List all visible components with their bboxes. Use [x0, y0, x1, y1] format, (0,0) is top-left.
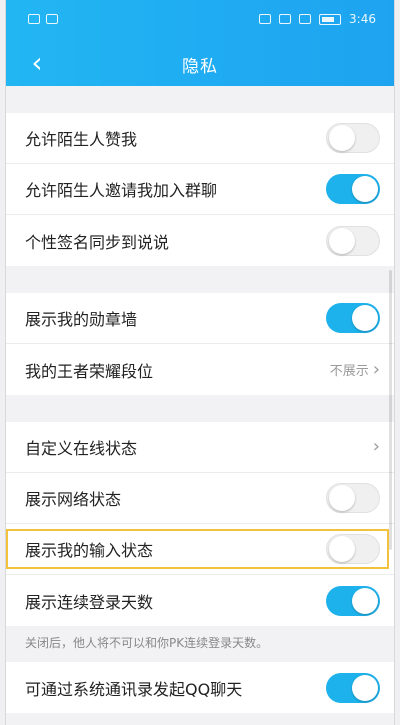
battery-icon [319, 13, 342, 25]
setting-value: 不展示 › [330, 360, 380, 379]
toggle-switch[interactable] [326, 225, 380, 256]
setting-row-contacts-chat[interactable]: 可通过系统通讯录发起QQ聊天 [6, 662, 394, 713]
title-row: ‹ 隐私 [6, 40, 394, 86]
toggle-knob [329, 536, 355, 562]
setting-label: 我的王者荣耀段位 [25, 361, 154, 381]
nfc-icon [259, 14, 272, 24]
setting-row-stranger-invite[interactable]: 允许陌生人邀请我加入群聊 [6, 164, 394, 215]
setting-label: 个性签名同步到说说 [25, 232, 170, 252]
alarm-icon [279, 14, 292, 24]
wifi-icon [46, 14, 58, 24]
toggle-switch[interactable] [326, 303, 380, 333]
setting-label: 允许陌生人邀请我加入群聊 [25, 181, 218, 200]
toggle-switch[interactable] [326, 123, 380, 153]
chevron-right-icon: › [372, 436, 380, 457]
status-bar: 3:46 [6, 0, 394, 40]
setting-label: 展示连续登录天数 [25, 592, 154, 612]
setting-label: 自定义在线状态 [25, 439, 138, 458]
settings-group-status: 自定义在线状态 › 展示网络状态 展示我的输入状态 展示连续登录天数 [6, 422, 394, 626]
setting-label: 展示我的输入状态 [25, 541, 154, 560]
setting-label: 允许陌生人赞我 [25, 130, 138, 149]
setting-row-signature-sync[interactable]: 个性签名同步到说说 [6, 215, 394, 266]
section-gap [6, 86, 394, 113]
settings-group-contacts: 可通过系统通讯录发起QQ聊天 [6, 662, 394, 713]
toggle-knob [352, 305, 378, 331]
status-right: 3:46 [259, 12, 376, 26]
toggle-knob [329, 227, 355, 254]
status-time: 3:46 [349, 12, 376, 26]
toggle-knob [329, 125, 355, 151]
toggle-knob [352, 587, 378, 614]
setting-label: 可通过系统通讯录发起QQ聊天 [25, 679, 243, 699]
toggle-switch[interactable] [326, 174, 380, 204]
setting-row-game-rank[interactable]: 我的王者荣耀段位 不展示 › [6, 344, 394, 395]
section-gap [6, 266, 394, 293]
setting-row-custom-status[interactable]: 自定义在线状态 › [6, 422, 394, 473]
setting-label: 展示网络状态 [25, 490, 122, 509]
app-header: 3:46 ‹ 隐私 [6, 0, 394, 86]
signal-icon [28, 14, 40, 24]
login-days-hint: 关闭后，他人将不可以和你PK连续登录天数。 [6, 626, 394, 662]
setting-value-text: 不展示 [329, 364, 369, 379]
scrollbar[interactable] [389, 270, 392, 550]
setting-label: 展示我的勋章墙 [25, 310, 138, 329]
toggle-switch[interactable] [326, 672, 380, 703]
toggle-switch[interactable] [326, 534, 380, 564]
settings-group-display: 展示我的勋章墙 我的王者荣耀段位 不展示 › [6, 293, 394, 395]
toggle-switch[interactable] [326, 585, 380, 616]
setting-row-login-days[interactable]: 展示连续登录天数 [6, 575, 394, 626]
setting-row-typing-status[interactable]: 展示我的输入状态 [6, 524, 394, 575]
toggle-knob [352, 674, 378, 701]
toggle-knob [329, 485, 355, 511]
settings-group-stranger: 允许陌生人赞我 允许陌生人邀请我加入群聊 个性签名同步到说说 [6, 113, 394, 266]
mute-icon [299, 14, 312, 24]
setting-row-stranger-like[interactable]: 允许陌生人赞我 [6, 113, 394, 164]
setting-row-medal-wall[interactable]: 展示我的勋章墙 [6, 293, 394, 344]
signal-indicators [28, 14, 58, 24]
page-title: 隐私 [182, 57, 218, 77]
phone-screen: 3:46 ‹ 隐私 允许陌生人赞我 允许陌生人邀请我加入群聊 个性签名同步到说说 [6, 0, 394, 725]
setting-row-network-status[interactable]: 展示网络状态 [6, 473, 394, 524]
chevron-right-icon: › [372, 358, 380, 380]
toggle-knob [352, 176, 378, 202]
toggle-switch[interactable] [326, 483, 380, 513]
settings-content: 允许陌生人赞我 允许陌生人邀请我加入群聊 个性签名同步到说说 展示我的勋章墙 我… [6, 86, 394, 725]
section-gap [6, 395, 394, 422]
